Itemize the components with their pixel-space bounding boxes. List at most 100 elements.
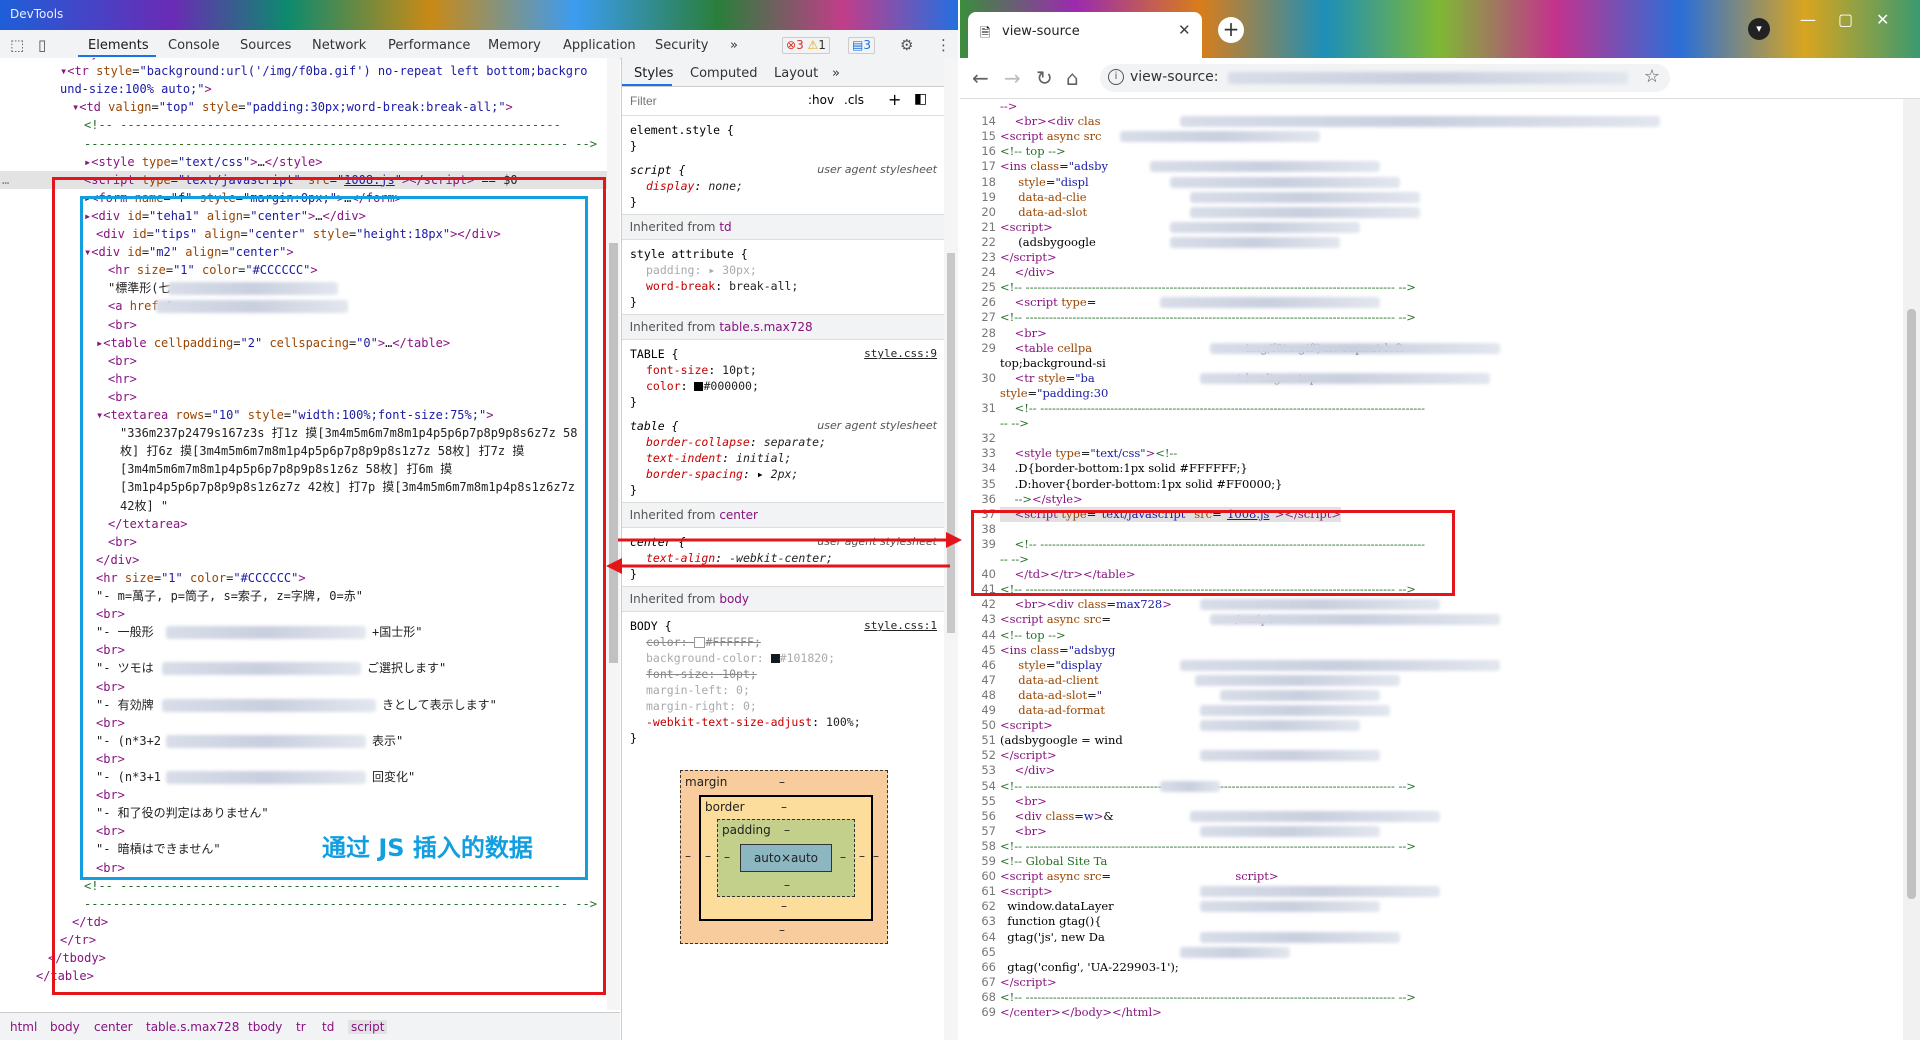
prop-display[interactable]: display xyxy=(646,179,694,193)
prop-border-collapse[interactable]: border-collapse xyxy=(646,435,750,449)
bookmark-star-icon[interactable]: ☆ xyxy=(1644,66,1660,87)
address-bar[interactable]: i view-source: ☆ xyxy=(1100,64,1670,92)
cls-toggle[interactable]: .cls xyxy=(844,93,864,107)
box-border-top[interactable]: – xyxy=(781,800,787,814)
reload-icon[interactable]: ↻ xyxy=(1036,66,1053,90)
kebab-menu-icon[interactable]: ⋮ xyxy=(936,36,951,54)
val-body-color[interactable]: #FFFFFF; xyxy=(705,635,760,649)
dom-tree-line[interactable]: ▸<style type="text/css">…</style> xyxy=(0,153,322,171)
dom-tree-line[interactable]: ▾<td valign="top" style="padding:30px;wo… xyxy=(0,98,513,116)
breadcrumb-html[interactable]: html xyxy=(10,1020,37,1034)
box-margin-right[interactable]: – xyxy=(873,849,879,863)
breadcrumb-table[interactable]: table.s.max728 xyxy=(146,1020,239,1034)
box-padding-bottom[interactable]: – xyxy=(784,878,790,892)
val-margin-left[interactable]: 0; xyxy=(736,683,750,697)
style-css-9-link[interactable]: style.css:9 xyxy=(864,347,937,360)
box-border-right[interactable]: – xyxy=(859,849,865,863)
prop-margin-left[interactable]: margin-left xyxy=(646,683,722,697)
prop-word-break[interactable]: word-break xyxy=(646,279,715,293)
val-border-spacing[interactable]: 2px; xyxy=(771,467,799,481)
node-actions-ellipsis[interactable]: … xyxy=(2,171,9,189)
tab-computed[interactable]: Computed xyxy=(690,66,758,81)
prop-margin-right[interactable]: margin-right xyxy=(646,699,729,713)
val-background-color[interactable]: #101820; xyxy=(780,651,835,665)
val-color[interactable]: #000000; xyxy=(703,379,758,393)
prop-text-indent[interactable]: text-indent xyxy=(646,451,722,465)
close-window-icon[interactable]: ✕ xyxy=(1876,10,1889,29)
forward-icon[interactable]: → xyxy=(1004,66,1021,90)
prop-body-font-size[interactable]: font-size xyxy=(646,667,708,681)
val-word-break[interactable]: break-all; xyxy=(729,279,798,293)
prop-text-size-adjust[interactable]: -webkit-text-size-adjust xyxy=(646,715,812,729)
device-toolbar-icon[interactable]: ▯ xyxy=(38,36,46,54)
inherited-body-link[interactable]: body xyxy=(719,592,749,606)
box-margin-top[interactable]: – xyxy=(779,775,785,789)
prop-body-color[interactable]: color xyxy=(646,635,681,649)
box-padding-right[interactable]: – xyxy=(840,850,846,864)
tab-application[interactable]: Application xyxy=(563,38,636,53)
inherited-center-link[interactable]: center xyxy=(719,508,758,522)
browser-tab[interactable]: 🗎 view-source ✕ xyxy=(968,12,1202,58)
scroll-thumb[interactable] xyxy=(1907,309,1916,899)
val-text-indent[interactable]: initial; xyxy=(736,451,791,465)
val-font-size[interactable]: 10pt; xyxy=(722,363,757,377)
profile-avatar[interactable]: ▾ xyxy=(1748,18,1770,40)
tab-layout[interactable]: Layout xyxy=(774,66,818,81)
site-info-icon[interactable]: i xyxy=(1108,69,1124,85)
dom-tree-line[interactable]: <!-- -----------------------------------… xyxy=(0,116,561,134)
tab-security[interactable]: Security xyxy=(655,38,708,53)
hov-toggle[interactable]: :hov xyxy=(808,93,834,107)
inherited-table-link[interactable]: table.s.max728 xyxy=(719,320,812,334)
prop-background-color[interactable]: background-color xyxy=(646,651,757,665)
error-count-badge[interactable]: ⊗3 ⚠1 xyxy=(782,37,830,54)
styles-more-tabs[interactable]: » xyxy=(832,66,840,81)
color-swatch-dark[interactable] xyxy=(770,654,780,663)
more-tabs-button[interactable]: » xyxy=(730,38,738,53)
box-padding-left[interactable]: – xyxy=(724,850,730,864)
scroll-thumb[interactable] xyxy=(609,243,618,663)
box-border-left[interactable]: – xyxy=(705,849,711,863)
dom-tree-line[interactable]: ▾<tr style="background:url('/img/f0ba.gi… xyxy=(0,62,587,80)
tab-memory[interactable]: Memory xyxy=(488,38,541,53)
val-display[interactable]: none; xyxy=(708,179,743,193)
new-rule-button[interactable]: + xyxy=(888,90,901,109)
box-margin-bottom[interactable]: – xyxy=(779,923,785,937)
box-padding-top[interactable]: – xyxy=(784,823,790,837)
val-text-size-adjust[interactable]: 100%; xyxy=(826,715,861,729)
tab-styles[interactable]: Styles xyxy=(634,66,673,81)
tab-network[interactable]: Network xyxy=(312,38,366,53)
breadcrumb-tr[interactable]: tr xyxy=(296,1020,306,1034)
prop-border-spacing[interactable]: border-spacing xyxy=(646,467,743,481)
tab-console[interactable]: Console xyxy=(168,38,220,53)
breadcrumb-center[interactable]: center xyxy=(94,1020,133,1034)
box-border-bottom[interactable]: – xyxy=(781,899,787,913)
breadcrumb-body[interactable]: body xyxy=(50,1020,80,1034)
maximize-icon[interactable]: ▢ xyxy=(1838,10,1853,29)
tab-elements[interactable]: Elements xyxy=(88,38,149,53)
inherited-td-link[interactable]: td xyxy=(719,220,731,234)
new-tab-button[interactable]: + xyxy=(1218,17,1244,43)
prop-padding[interactable]: padding xyxy=(646,263,694,277)
source-scrollbar[interactable] xyxy=(1903,99,1920,1040)
box-content[interactable]: auto×auto xyxy=(740,844,832,872)
dom-tree-line[interactable]: und-size:100% auto;"> xyxy=(0,80,212,98)
val-body-font-size[interactable]: 10pt; xyxy=(722,667,757,681)
tab-sources[interactable]: Sources xyxy=(240,38,291,53)
toggle-sidebar-icon[interactable]: ◧ xyxy=(914,91,927,107)
home-icon[interactable]: ⌂ xyxy=(1066,66,1079,90)
dom-tree-line[interactable]: ----------------------------------------… xyxy=(0,135,597,153)
color-swatch-white[interactable] xyxy=(694,637,706,648)
prop-color[interactable]: color xyxy=(646,379,681,393)
breadcrumb-td[interactable]: td xyxy=(322,1020,334,1034)
back-icon[interactable]: ← xyxy=(972,66,989,90)
inspect-icon[interactable]: ⬚ xyxy=(10,36,24,54)
val-padding[interactable]: 30px; xyxy=(722,263,757,277)
breadcrumb-script[interactable]: script xyxy=(348,1020,388,1034)
val-margin-right[interactable]: 0; xyxy=(743,699,757,713)
style-css-1-link[interactable]: style.css:1 xyxy=(864,619,937,632)
minimize-icon[interactable]: — xyxy=(1800,10,1816,29)
val-border-collapse[interactable]: separate; xyxy=(764,435,826,449)
message-count-badge[interactable]: ▤3 xyxy=(848,37,875,54)
address-text[interactable]: view-source: xyxy=(1130,69,1219,85)
prop-font-size[interactable]: font-size xyxy=(646,363,708,377)
